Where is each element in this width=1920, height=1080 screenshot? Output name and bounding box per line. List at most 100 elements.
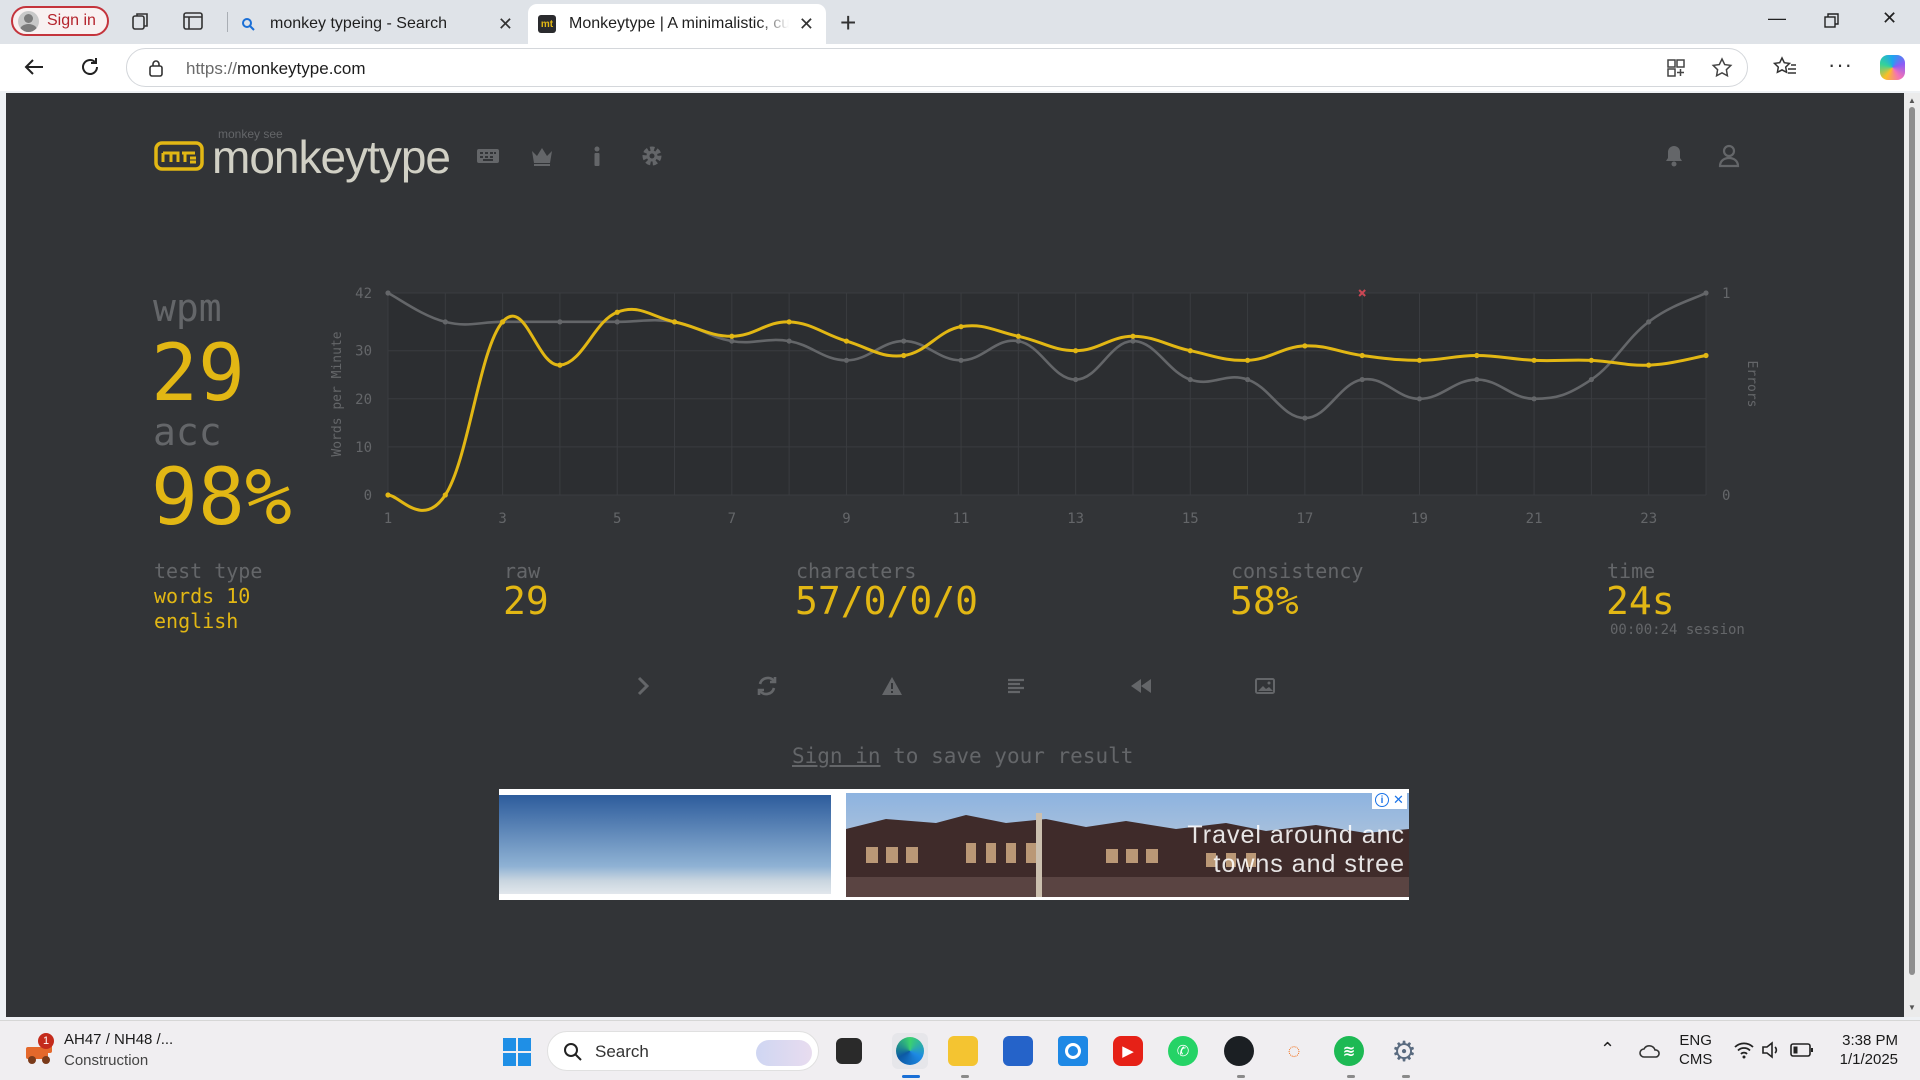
ad-close-icon[interactable]: ✕ — [1393, 792, 1404, 808]
cortana-icon[interactable] — [1058, 1036, 1088, 1066]
url-scheme: https:// — [186, 59, 238, 78]
store-icon[interactable] — [1003, 1036, 1033, 1066]
bell-icon[interactable] — [1662, 143, 1686, 169]
volume-icon[interactable] — [1761, 1040, 1781, 1060]
taskbar-search[interactable]: Search — [547, 1031, 819, 1071]
browser-tab-strip: Sign in monkey typeing - Search ✕ mt Mon… — [0, 0, 1920, 44]
chart-point-wpm — [1359, 352, 1365, 359]
github-icon[interactable] — [1224, 1036, 1254, 1066]
chart-point-wpm — [843, 338, 850, 344]
language-indicator[interactable]: ENG CMS — [1679, 1031, 1712, 1069]
lang-top: ENG — [1679, 1032, 1712, 1049]
page-scrollbar[interactable]: ▲ ▼ — [1904, 93, 1920, 1017]
info-icon[interactable] — [584, 143, 610, 169]
ad-choices[interactable]: i ✕ — [1372, 791, 1407, 809]
file-explorer-icon[interactable] — [948, 1036, 978, 1066]
screenshot-icon[interactable] — [1254, 675, 1276, 697]
chart-point-wpm — [1646, 362, 1652, 368]
chart-point-raw — [958, 357, 964, 363]
url-field[interactable]: https://monkeytype.com — [126, 48, 1748, 87]
user-icon[interactable] — [1717, 143, 1741, 169]
favorite-star-icon[interactable] — [1711, 57, 1733, 79]
ad-photo-image[interactable]: Travel around anc towns and stree — [846, 793, 1409, 897]
copilot-icon[interactable] — [1880, 55, 1905, 80]
settings-taskbar-icon[interactable]: ⚙ — [1389, 1036, 1419, 1067]
ad-banner[interactable]: Travel around anc towns and stree i ✕ — [499, 789, 1409, 900]
chart-x-tick-label: 7 — [728, 511, 736, 527]
clock[interactable]: 3:38 PM 1/1/2025 — [1836, 1031, 1898, 1069]
scrollbar-thumb[interactable] — [1909, 107, 1915, 975]
report-icon[interactable] — [880, 675, 904, 697]
words-history-icon[interactable] — [1005, 675, 1027, 697]
new-tab-icon[interactable]: + — [840, 7, 856, 39]
youtube-icon[interactable]: ▶ — [1113, 1036, 1143, 1066]
news-title[interactable]: AH47 / NH48 /... — [64, 1031, 173, 1048]
restart-icon[interactable] — [756, 675, 778, 697]
back-icon[interactable] — [21, 54, 47, 80]
wifi-icon[interactable] — [1733, 1041, 1755, 1059]
news-subtitle[interactable]: Construction — [64, 1052, 148, 1069]
ad-sky-image[interactable] — [499, 795, 831, 894]
close-window-icon[interactable]: ✕ — [1882, 8, 1897, 29]
chart-point-wpm — [729, 333, 735, 339]
clock-time: 3:38 PM — [1842, 1032, 1898, 1049]
ad-text: Travel around anc towns and stree — [1187, 821, 1405, 879]
tray-chevron-up-icon[interactable]: ⌃ — [1600, 1039, 1615, 1060]
tab-monkeytype[interactable]: mt Monkeytype | A minimalistic, customiz… — [528, 4, 826, 44]
chart-y-tick-label: 0 — [364, 488, 372, 504]
task-view-icon[interactable] — [836, 1038, 862, 1064]
chart-point-raw — [385, 290, 391, 296]
more-options-icon[interactable]: ··· — [1828, 52, 1853, 78]
chart-point-raw — [1703, 290, 1709, 296]
refresh-icon[interactable] — [77, 54, 103, 80]
chart-point-wpm — [1244, 357, 1251, 363]
logo-text[interactable]: monkeytype — [212, 130, 451, 184]
scroll-down-icon[interactable]: ▼ — [1908, 1003, 1916, 1012]
ad-info-icon[interactable]: i — [1375, 793, 1390, 807]
lock-icon[interactable] — [149, 59, 163, 77]
profile-signin-button[interactable]: Sign in — [11, 6, 109, 36]
chart-point-wpm — [1187, 348, 1193, 354]
battery-icon[interactable] — [1790, 1042, 1814, 1058]
news-widget-icon[interactable]: 1 — [24, 1033, 56, 1065]
windows-start-icon[interactable] — [503, 1038, 531, 1066]
app-available-icon[interactable] — [1666, 58, 1686, 78]
monkeytype-logo-icon[interactable] — [154, 141, 204, 171]
tab-close-icon[interactable]: ✕ — [498, 14, 513, 35]
restore-icon[interactable] — [1824, 13, 1840, 29]
chart-point-raw — [442, 319, 448, 325]
jupyter-icon[interactable]: ◌ — [1279, 1036, 1309, 1066]
next-test-icon[interactable] — [632, 675, 654, 697]
edge-taskbar-icon[interactable] — [892, 1033, 928, 1069]
signin-note: Sign in to save your result — [792, 744, 1133, 768]
gear-icon[interactable] — [639, 143, 665, 169]
tab-actions-icon[interactable] — [182, 10, 204, 32]
chart-point-raw — [1588, 376, 1594, 383]
replay-icon[interactable] — [1129, 675, 1153, 697]
spotify-icon[interactable]: ≋ — [1334, 1036, 1364, 1066]
onedrive-icon[interactable] — [1638, 1041, 1662, 1061]
workspaces-icon[interactable] — [130, 10, 152, 32]
crown-icon[interactable] — [529, 143, 555, 169]
chart-x-tick-label: 23 — [1640, 511, 1657, 527]
tab-search[interactable]: monkey typeing - Search ✕ — [229, 4, 525, 44]
chart-point-raw — [1130, 338, 1136, 344]
minimize-icon[interactable]: — — [1768, 8, 1786, 29]
chart-point-raw — [614, 319, 620, 325]
chart-point-raw — [1244, 376, 1251, 383]
chart-point-raw — [1646, 319, 1652, 325]
favorites-icon[interactable] — [1773, 56, 1797, 78]
search-icon — [564, 1043, 582, 1061]
scroll-up-icon[interactable]: ▲ — [1908, 96, 1916, 105]
chart-y-tick-label: 42 — [355, 286, 372, 302]
chart-x-tick-label: 5 — [613, 511, 621, 527]
signin-link[interactable]: Sign in — [792, 744, 881, 768]
wpm-label: wpm — [153, 286, 222, 330]
whatsapp-icon[interactable]: ✆ — [1168, 1036, 1198, 1066]
session-time: 00:00:24 session — [1610, 622, 1745, 638]
tab-close-icon[interactable]: ✕ — [799, 14, 814, 35]
news-badge: 1 — [38, 1033, 54, 1049]
keyboard-icon[interactable] — [475, 143, 501, 169]
test-language: english — [154, 609, 239, 633]
chart-y2-tick-label: 1 — [1722, 286, 1730, 302]
